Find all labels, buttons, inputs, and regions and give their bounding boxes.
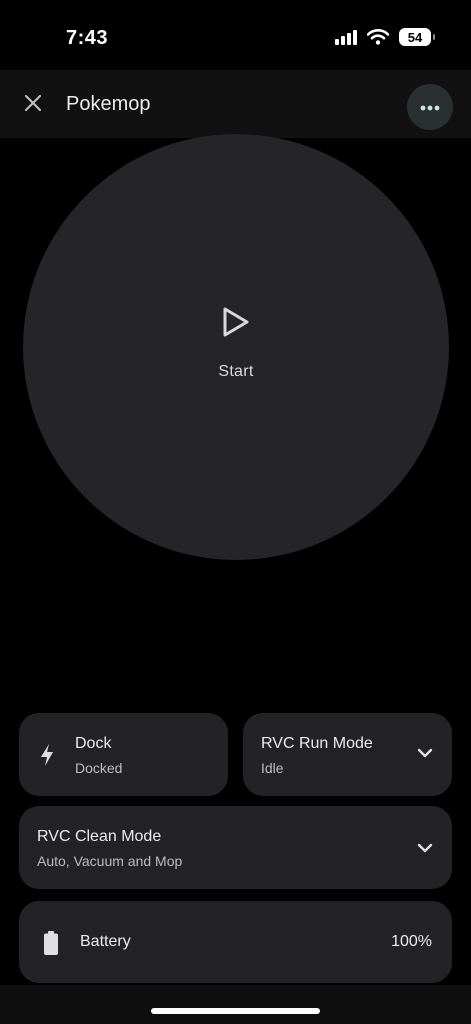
- battery-value: 100%: [391, 933, 432, 950]
- dock-title: Dock: [75, 735, 112, 752]
- dock-tile[interactable]: Dock Docked: [19, 713, 228, 796]
- app-bar: Pokemop: [0, 70, 471, 138]
- battery-icon: 54: [399, 28, 435, 46]
- rvc-clean-mode-tile[interactable]: RVC Clean Mode Auto, Vacuum and Mop: [19, 806, 452, 889]
- home-indicator[interactable]: [151, 1008, 320, 1014]
- screen: 7:43 54 Pokemop Start Dock Docked RVC Ru…: [0, 0, 471, 1024]
- battery-icon: [43, 930, 59, 956]
- wifi-icon: [367, 29, 389, 45]
- rvc-run-mode-tile[interactable]: RVC Run Mode Idle: [243, 713, 452, 796]
- clean-mode-title: RVC Clean Mode: [37, 828, 162, 845]
- chevron-down-icon[interactable]: [416, 841, 434, 855]
- status-bar: 7:43 54: [0, 0, 471, 70]
- clean-mode-value: Auto, Vacuum and Mop: [37, 853, 183, 869]
- close-button[interactable]: [18, 90, 48, 120]
- signal-icon: [335, 29, 357, 45]
- status-icons: 54: [335, 28, 435, 46]
- close-icon: [23, 93, 43, 118]
- more-options-button[interactable]: [407, 84, 453, 130]
- run-mode-value: Idle: [261, 760, 284, 776]
- status-time: 7:43: [66, 27, 109, 49]
- bottom-bar: [0, 985, 471, 1024]
- battery-tile[interactable]: Battery 100%: [19, 901, 452, 983]
- battery-title: Battery: [80, 933, 131, 950]
- run-mode-title: RVC Run Mode: [261, 735, 373, 752]
- start-button[interactable]: Start: [23, 134, 449, 560]
- start-label: Start: [218, 362, 254, 380]
- play-icon: [221, 306, 251, 343]
- page-title: Pokemop: [66, 93, 151, 115]
- bolt-icon: [37, 743, 57, 767]
- chevron-down-icon[interactable]: [416, 746, 434, 760]
- dock-status: Docked: [75, 760, 123, 776]
- more-horizontal-icon: [420, 98, 440, 116]
